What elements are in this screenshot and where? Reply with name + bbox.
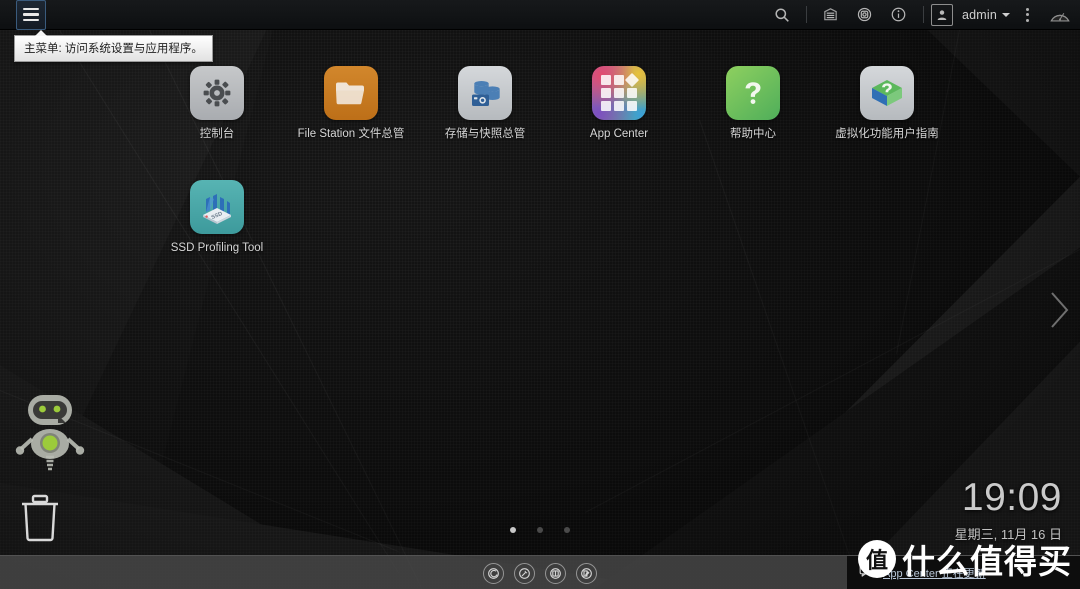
next-page-button[interactable]	[1046, 288, 1072, 337]
hamburger-menu-icon	[23, 13, 39, 16]
kebab-dot	[1025, 18, 1029, 22]
desktop-icon-virtualization-guide[interactable]: 虚拟化功能用户指南	[820, 66, 954, 142]
kebab-dot	[1025, 13, 1029, 16]
desktop-icon-app-center[interactable]: App Center	[552, 66, 686, 142]
top-header-bar: admin	[0, 0, 1080, 30]
main-menu-tooltip: 主菜单: 访问系统设置与应用程序。	[14, 30, 213, 62]
notification-link[interactable]: App Center 正在更新	[883, 565, 986, 581]
app-center-tiles	[601, 72, 640, 111]
kebab-dot	[1025, 7, 1029, 11]
desktop-icon-label: File Station 文件总管	[297, 128, 405, 140]
desktop-icon-control-panel[interactable]: 控制台	[150, 66, 284, 142]
desktop-icon-label: App Center	[589, 128, 649, 140]
app-tile	[601, 88, 611, 98]
ssd-profiling-tool-icon: SSD	[190, 179, 244, 234]
background-tasks-icon[interactable]	[814, 0, 848, 30]
app-tile-diamond	[624, 72, 640, 88]
bottom-taskbar: App Center 正在更新	[0, 555, 1080, 589]
app-tile	[627, 101, 637, 111]
file-station-folder-icon	[324, 66, 378, 120]
chevron-down-icon[interactable]	[1002, 12, 1010, 17]
clock-time: 19:09	[961, 476, 1062, 519]
app-tile	[601, 101, 611, 111]
app-center-grid-icon	[592, 66, 646, 120]
page-dot-2[interactable]	[537, 527, 543, 533]
desktop-icon-file-station[interactable]: File Station 文件总管	[284, 66, 418, 142]
app-tile	[627, 88, 637, 98]
qnap-robot-mascot-icon	[14, 393, 86, 482]
dashboard-gauge-icon[interactable]	[1040, 0, 1080, 30]
taskbar-notification[interactable]: App Center 正在更新	[847, 556, 1080, 589]
desktop-clock: 19:09 星期三, 11月 16 日	[955, 478, 1062, 543]
app-tile	[614, 101, 624, 111]
header-divider	[922, 6, 924, 23]
qsync-icon[interactable]	[483, 562, 504, 584]
app-tile	[614, 88, 624, 98]
desktop-icon-grid: 控制台 File Station 文件总管 存储与快照总管 App Center…	[150, 66, 1050, 282]
desktop-icon-label: SSD Profiling Tool	[170, 241, 264, 254]
main-menu-button[interactable]	[16, 0, 46, 30]
user-menu-label[interactable]: admin	[962, 8, 997, 22]
desktop-icon-label: 帮助中心	[730, 128, 776, 140]
virtualization-guide-cube-icon	[860, 66, 914, 120]
header-divider	[805, 6, 807, 23]
desktop-icon-label: 虚拟化功能用户指南	[835, 128, 939, 140]
notes-edit-icon[interactable]	[576, 562, 597, 584]
hamburger-menu-icon	[23, 18, 39, 22]
external-device-icon[interactable]	[848, 0, 882, 30]
header-icon-group: admin	[765, 0, 1080, 30]
chevron-right-icon	[1051, 292, 1069, 328]
desktop-icon-storage-snapshot[interactable]: 存储与快照总管	[418, 66, 552, 142]
storage-snapshot-icon	[458, 66, 512, 120]
hamburger-menu-icon	[23, 7, 39, 11]
desktop-icon-ssd-profiling-tool[interactable]: SSD SSD Profiling Tool	[150, 179, 284, 256]
page-dot-3[interactable]	[564, 527, 570, 533]
page-dot-1[interactable]	[510, 527, 516, 533]
help-center-question-icon	[726, 66, 780, 120]
message-bubble-icon	[859, 564, 874, 582]
control-panel-gear-icon	[190, 66, 244, 120]
kebab-menu-icon[interactable]	[1014, 7, 1040, 22]
app-tile	[601, 75, 611, 85]
panel-toggle-icon[interactable]	[545, 562, 566, 584]
tools-icon[interactable]	[514, 562, 535, 584]
search-icon[interactable]	[765, 0, 799, 30]
app-tile	[614, 75, 624, 85]
trash-can-icon[interactable]	[18, 492, 62, 547]
page-indicator-dots	[0, 527, 1080, 533]
desktop-icon-label: 存储与快照总管	[444, 128, 526, 140]
info-icon[interactable]	[882, 0, 916, 30]
user-avatar-icon[interactable]	[930, 3, 953, 26]
desktop-icon-label: 控制台	[199, 128, 235, 140]
desktop-icon-help-center[interactable]: 帮助中心	[686, 66, 820, 142]
